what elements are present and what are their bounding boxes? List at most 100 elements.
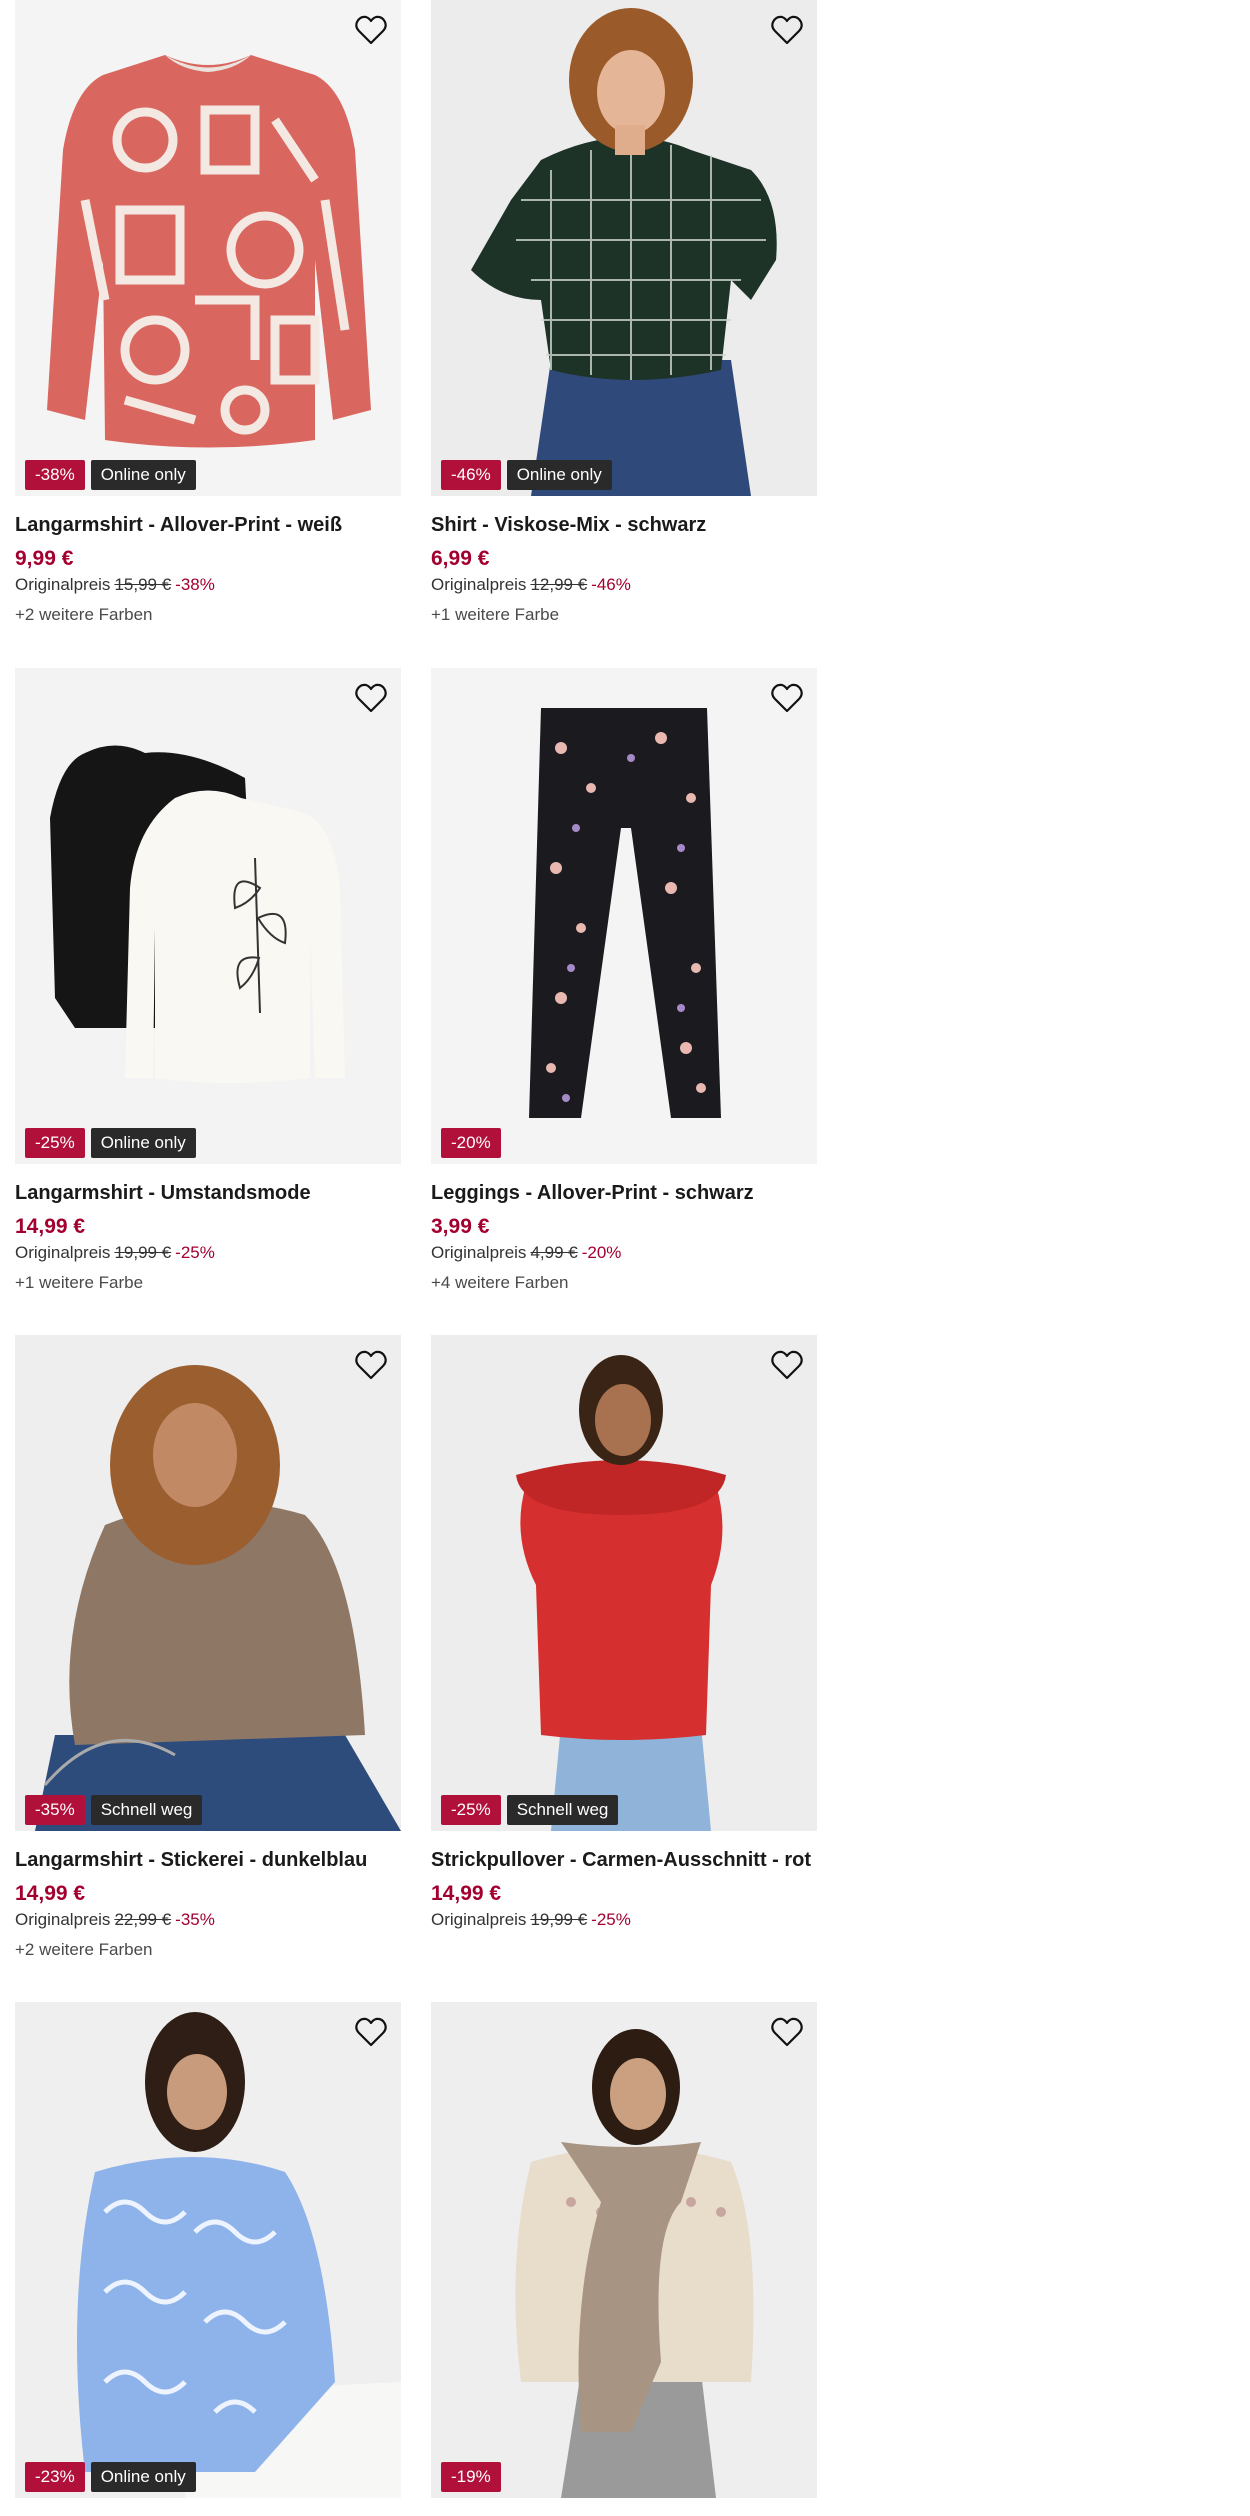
product-photo xyxy=(431,2002,817,2498)
online-only-badge: Online only xyxy=(90,1128,196,1158)
favorite-button[interactable] xyxy=(353,680,389,716)
heart-outline-icon xyxy=(771,1350,803,1380)
product-image[interactable]: -20% xyxy=(431,668,817,1164)
favorite-button[interactable] xyxy=(353,12,389,48)
original-price-line: Originalpreis 4,99 € -20% xyxy=(431,1243,817,1263)
product-title[interactable]: Langarmshirt - Allover-Print - weiß xyxy=(15,514,401,537)
heart-outline-icon xyxy=(355,2017,387,2047)
original-price-label: Originalpreis xyxy=(15,575,111,594)
original-price-line: Originalpreis 19,99 € -25% xyxy=(431,1910,817,1930)
discount-badge: -23% xyxy=(25,2462,85,2492)
discount-badge: -35% xyxy=(25,1795,85,1825)
original-price: 19,99 € xyxy=(530,1910,588,1929)
heart-outline-icon xyxy=(355,683,387,713)
favorite-button[interactable] xyxy=(353,2014,389,2050)
badge-row: -20% xyxy=(441,1128,501,1158)
original-price-label: Originalpreis xyxy=(431,575,527,594)
online-only-badge: Online only xyxy=(506,460,612,490)
discount-percent: -35% xyxy=(175,1910,215,1929)
product-card[interactable]: -35% Schnell weg Langarmshirt - Stickere… xyxy=(15,1335,401,1960)
product-image[interactable]: -25% Online only xyxy=(15,668,401,1164)
online-only-badge: Online only xyxy=(90,460,196,490)
original-price-label: Originalpreis xyxy=(431,1910,527,1929)
discount-badge: -19% xyxy=(441,2462,501,2492)
product-price: 14,99 € xyxy=(15,1882,86,1905)
original-price: 4,99 € xyxy=(530,1243,578,1262)
product-photo xyxy=(431,1335,817,1831)
online-only-badge: Online only xyxy=(90,2462,196,2492)
more-colors-link[interactable]: +4 weitere Farben xyxy=(431,1273,817,1293)
discount-badge: -25% xyxy=(25,1128,85,1158)
heart-outline-icon xyxy=(771,15,803,45)
badge-row: -38% Online only xyxy=(25,460,196,490)
more-colors-link[interactable]: +1 weitere Farbe xyxy=(15,1273,401,1293)
product-card[interactable]: -23% Online only xyxy=(15,2002,401,2498)
favorite-button[interactable] xyxy=(769,680,805,716)
product-image[interactable]: -35% Schnell weg xyxy=(15,1335,401,1831)
favorite-button[interactable] xyxy=(769,2014,805,2050)
heart-outline-icon xyxy=(355,1350,387,1380)
product-image[interactable]: -46% Online only xyxy=(431,0,817,496)
discount-badge: -20% xyxy=(441,1128,501,1158)
original-price-line: Originalpreis 12,99 € -46% xyxy=(431,575,817,595)
original-price-label: Originalpreis xyxy=(431,1243,527,1262)
product-photo xyxy=(431,668,817,1164)
product-card[interactable]: -38% Online only Langarmshirt - Allover-… xyxy=(15,0,401,625)
original-price-line: Originalpreis 19,99 € -25% xyxy=(15,1243,401,1263)
original-price-label: Originalpreis xyxy=(15,1243,111,1262)
badge-row: -25% Online only xyxy=(25,1128,196,1158)
original-price-line: Originalpreis 15,99 € -38% xyxy=(15,575,401,595)
original-price: 22,99 € xyxy=(114,1910,172,1929)
favorite-button[interactable] xyxy=(769,12,805,48)
badge-row: -35% Schnell weg xyxy=(25,1795,203,1825)
product-photo xyxy=(15,668,401,1164)
product-title[interactable]: Strickpullover - Carmen-Ausschnitt - rot xyxy=(431,1849,817,1872)
heart-outline-icon xyxy=(771,2017,803,2047)
product-card[interactable]: -46% Online only Shirt - Viskose-Mix - s… xyxy=(431,0,817,625)
product-card[interactable]: -20% Leggings - Allover-Print - schwarz … xyxy=(431,668,817,1293)
product-title[interactable]: Langarmshirt - Umstandsmode xyxy=(15,1182,401,1205)
original-price: 19,99 € xyxy=(114,1243,172,1262)
product-photo xyxy=(15,0,401,496)
product-photo xyxy=(15,1335,401,1831)
product-image[interactable]: -38% Online only xyxy=(15,0,401,496)
discount-badge: -38% xyxy=(25,460,85,490)
discount-percent: -38% xyxy=(175,575,215,594)
product-price: 3,99 € xyxy=(431,1215,490,1238)
product-title[interactable]: Leggings - Allover-Print - schwarz xyxy=(431,1182,817,1205)
product-image[interactable]: -25% Schnell weg xyxy=(431,1335,817,1831)
product-title[interactable]: Langarmshirt - Stickerei - dunkelblau xyxy=(15,1849,401,1872)
discount-percent: -20% xyxy=(581,1243,622,1262)
favorite-button[interactable] xyxy=(769,1347,805,1383)
product-image[interactable]: -19% xyxy=(431,2002,817,2498)
product-photo xyxy=(431,0,817,496)
product-card[interactable]: -25% Online only Langarmshirt - Umstands… xyxy=(15,668,401,1293)
product-image[interactable]: -23% Online only xyxy=(15,2002,401,2498)
discount-percent: -25% xyxy=(175,1243,215,1262)
product-title[interactable]: Shirt - Viskose-Mix - schwarz xyxy=(431,514,817,537)
product-photo xyxy=(15,2002,401,2498)
more-colors-link[interactable]: +2 weitere Farben xyxy=(15,605,401,625)
more-colors-link[interactable]: +1 weitere Farbe xyxy=(431,605,817,625)
product-price: 6,99 € xyxy=(431,547,490,570)
discount-badge: -25% xyxy=(441,1795,501,1825)
original-price: 12,99 € xyxy=(530,575,588,594)
product-card[interactable]: -25% Schnell weg Strickpullover - Carmen… xyxy=(431,1335,817,1930)
schnell-weg-badge: Schnell weg xyxy=(506,1795,619,1825)
product-card[interactable]: -19% xyxy=(431,2002,817,2498)
product-price: 9,99 € xyxy=(15,547,74,570)
original-price: 15,99 € xyxy=(114,575,172,594)
more-colors-link[interactable]: +2 weitere Farben xyxy=(15,1940,401,1960)
schnell-weg-badge: Schnell weg xyxy=(90,1795,203,1825)
product-price: 14,99 € xyxy=(431,1882,502,1905)
original-price-label: Originalpreis xyxy=(15,1910,111,1929)
badge-row: -19% xyxy=(441,2462,501,2492)
badge-row: -23% Online only xyxy=(25,2462,196,2492)
badge-row: -46% Online only xyxy=(441,460,612,490)
heart-outline-icon xyxy=(355,15,387,45)
original-price-line: Originalpreis 22,99 € -35% xyxy=(15,1910,401,1930)
favorite-button[interactable] xyxy=(353,1347,389,1383)
badge-row: -25% Schnell weg xyxy=(441,1795,619,1825)
discount-badge: -46% xyxy=(441,460,501,490)
heart-outline-icon xyxy=(771,683,803,713)
